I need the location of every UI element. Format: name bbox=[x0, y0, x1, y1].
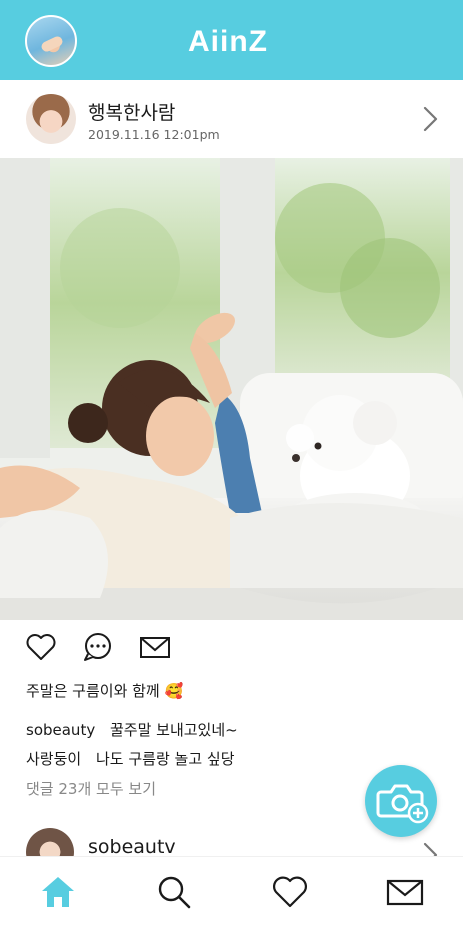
comment-author[interactable]: 사랑둥이 bbox=[26, 750, 81, 768]
post-photo[interactable] bbox=[0, 158, 463, 620]
search-icon[interactable] bbox=[154, 873, 194, 911]
comment-author[interactable]: sobeauty bbox=[26, 721, 95, 739]
comment-text: 나도 구름랑 놀고 싶당 bbox=[95, 750, 235, 768]
heart-icon[interactable] bbox=[24, 632, 58, 662]
post-actions bbox=[0, 620, 463, 676]
post-photo-illustration bbox=[0, 158, 463, 620]
comment-bubble-icon[interactable] bbox=[81, 632, 115, 662]
envelope-icon[interactable] bbox=[385, 873, 425, 911]
logo-text: AiinZ bbox=[188, 25, 268, 58]
post-author-avatar[interactable] bbox=[26, 94, 76, 144]
comment-text: 꿀주말 보내고있네~ bbox=[109, 721, 238, 739]
profile-avatar[interactable] bbox=[25, 15, 77, 67]
top-app-bar: AiinZ bbox=[0, 0, 463, 80]
next-post-author-name[interactable]: sobeautv bbox=[88, 836, 176, 858]
post-date: 2019.11.16 12:01pm bbox=[88, 127, 220, 142]
home-icon[interactable] bbox=[38, 873, 78, 911]
post-caption: 주말은 구름이와 함께 🥰 bbox=[26, 680, 183, 701]
post-header[interactable]: 행복한사람 2019.11.16 12:01pm bbox=[0, 80, 463, 158]
post-author-name[interactable]: 행복한사람 bbox=[88, 98, 175, 125]
caption-emoji: 🥰 bbox=[164, 682, 184, 700]
view-all-comments-link[interactable]: 댓글 23개 모두 보기 bbox=[26, 778, 156, 799]
comment-row: sobeauty 꿀주말 보내고있네~ bbox=[26, 719, 238, 740]
caption-text: 주말은 구름이와 함께 bbox=[26, 682, 160, 700]
heart-icon[interactable] bbox=[270, 873, 310, 911]
comment-row: 사랑둥이 나도 구름랑 놀고 싶당 bbox=[26, 748, 235, 769]
new-post-camera-button[interactable] bbox=[365, 765, 437, 837]
camera-plus-icon bbox=[376, 784, 429, 824]
chevron-right-icon[interactable] bbox=[416, 104, 446, 134]
app-logo: AiinZ bbox=[188, 24, 268, 60]
bottom-navigation bbox=[0, 856, 463, 926]
envelope-icon[interactable] bbox=[138, 632, 172, 662]
